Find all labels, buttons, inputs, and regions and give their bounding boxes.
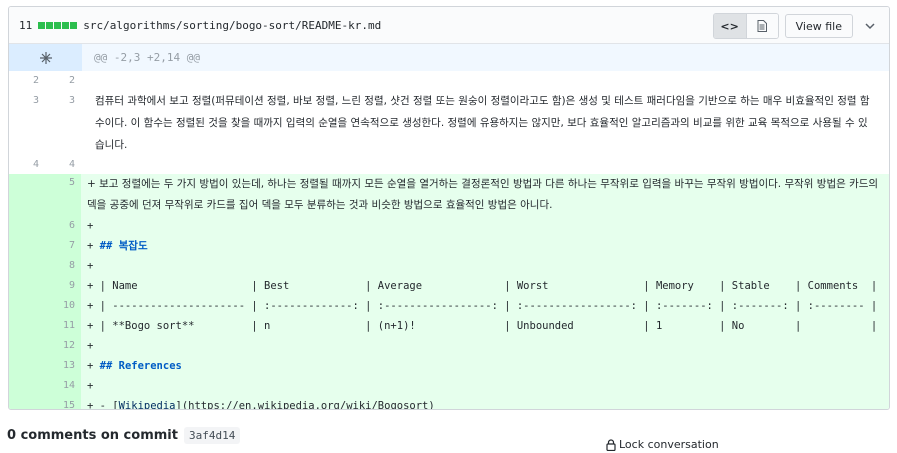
new-line-number[interactable]: 12 — [45, 336, 81, 356]
line-code: + — [81, 256, 889, 276]
rich-view-button[interactable] — [745, 14, 778, 38]
markdown-heading: ## 복잡도 — [99, 240, 148, 252]
commit-comments-heading: 0 comments on commit 3af4d14 — [7, 427, 241, 444]
markdown-heading: ## References — [99, 360, 182, 372]
diff-line: 4 4 — [9, 155, 889, 174]
code-view-button[interactable]: <> — [713, 14, 746, 38]
diff-line-added: 5 + 보고 정렬에는 두 가지 방법이 있는데, 하나는 정렬될 때까지 모든… — [9, 174, 889, 216]
lock-conversation-label: Lock conversation — [619, 438, 719, 451]
old-line-number[interactable] — [9, 174, 45, 216]
new-line-number[interactable]: 3 — [45, 90, 81, 155]
diff-line: 3 3 컴퓨터 과학에서 보고 정렬(퍼뮤테이션 정렬, 바보 정렬, 느린 정… — [9, 90, 889, 155]
line-code: + | **Bogo sort** | n | (n+1)! | Unbound… — [81, 316, 889, 336]
chevron-down-icon[interactable] — [861, 14, 879, 38]
line-code: + | --------------------- | :-----------… — [81, 296, 889, 316]
hunk-range: @@ -2,3 +2,14 @@ — [94, 51, 200, 64]
new-line-number[interactable]: 8 — [45, 256, 81, 276]
old-line-number[interactable] — [9, 396, 45, 409]
line-prefix: + - [ — [87, 400, 119, 410]
old-line-number[interactable] — [9, 216, 45, 236]
old-line-number[interactable] — [9, 376, 45, 396]
old-line-number[interactable]: 3 — [9, 90, 45, 155]
old-line-number[interactable] — [9, 276, 45, 296]
new-line-number[interactable]: 9 — [45, 276, 81, 296]
old-line-number[interactable] — [9, 356, 45, 376]
diffstat-blocks — [38, 21, 78, 29]
lock-icon — [606, 438, 616, 451]
diff-line-added: 9 + | Name | Best | Average | Worst | Me… — [9, 276, 889, 296]
lock-conversation-button[interactable]: Lock conversation — [606, 438, 719, 451]
file-actions: <> View file — [712, 13, 879, 39]
diff-line-added: 13 + ## References — [9, 356, 889, 376]
line-code: + — [81, 376, 889, 396]
diff-file: 11 src/algorithms/sorting/bogo-sort/READ… — [8, 6, 890, 410]
diff-line-added: 14 + — [9, 376, 889, 396]
new-line-number[interactable]: 7 — [45, 236, 81, 256]
line-code: + — [81, 336, 889, 356]
new-line-number[interactable]: 5 — [45, 174, 81, 216]
diff-line: 2 2 — [9, 71, 889, 90]
line-prefix: + — [87, 240, 100, 252]
line-code: + ## References — [81, 356, 889, 376]
new-line-number[interactable]: 10 — [45, 296, 81, 316]
diff-line-added: 15 + - [Wikipedia](https://en.wikipedia.… — [9, 396, 889, 410]
change-count: 11 — [19, 18, 33, 32]
new-line-number[interactable]: 13 — [45, 356, 81, 376]
old-line-number[interactable] — [9, 296, 45, 316]
code-icon: <> — [720, 19, 739, 33]
old-line-number[interactable]: 2 — [9, 71, 45, 90]
old-line-number[interactable] — [9, 316, 45, 336]
old-line-number[interactable] — [9, 236, 45, 256]
new-line-number[interactable]: 6 — [45, 216, 81, 236]
new-line-number[interactable]: 15 — [45, 396, 81, 409]
view-toggle: <> — [712, 13, 779, 39]
unfold-icon[interactable] — [9, 44, 82, 71]
file-path[interactable]: src/algorithms/sorting/bogo-sort/README-… — [83, 19, 381, 32]
old-line-number[interactable] — [9, 336, 45, 356]
diff-line-added: 8 + — [9, 256, 889, 276]
hunk-header: @@ -2,3 +2,14 @@ — [9, 44, 889, 71]
diffstat: 11 — [19, 19, 83, 32]
new-line-number[interactable]: 11 — [45, 316, 81, 336]
line-code: + | Name | Best | Average | Worst | Memo… — [81, 276, 889, 296]
new-line-number[interactable]: 4 — [45, 155, 81, 174]
line-suffix: ](https://en.wikipedia.org/wiki/Bogosort… — [175, 400, 435, 410]
line-code: 컴퓨터 과학에서 보고 정렬(퍼뮤테이션 정렬, 바보 정렬, 느린 정렬, 샷… — [95, 95, 870, 151]
line-code: + ## 복잡도 — [81, 236, 889, 256]
comments-count-label: 0 comments on commit — [7, 428, 178, 443]
diff-line-added: 12 + — [9, 336, 889, 356]
line-code: + 보고 정렬에는 두 가지 방법이 있는데, 하나는 정렬될 때까지 모든 순… — [81, 174, 889, 216]
old-line-number[interactable]: 4 — [9, 155, 45, 174]
diff-line-added: 11 + | **Bogo sort** | n | (n+1)! | Unbo… — [9, 316, 889, 336]
file-header: 11 src/algorithms/sorting/bogo-sort/READ… — [9, 7, 889, 44]
diff-line-added: 6 + — [9, 216, 889, 236]
new-line-number[interactable]: 14 — [45, 376, 81, 396]
diff-line-added: 10 + | --------------------- | :--------… — [9, 296, 889, 316]
view-file-button[interactable]: View file — [784, 14, 853, 38]
line-code: + — [81, 216, 889, 236]
wikipedia-link[interactable]: Wikipedia — [119, 400, 176, 409]
line-code: + - [Wikipedia](https://en.wikipedia.org… — [81, 396, 889, 410]
diff-line-added: 7 + ## 복잡도 — [9, 236, 889, 256]
new-line-number[interactable]: 2 — [45, 71, 81, 90]
line-prefix: + — [87, 360, 100, 372]
commit-sha[interactable]: 3af4d14 — [183, 427, 241, 444]
old-line-number[interactable] — [9, 256, 45, 276]
file-icon — [757, 20, 768, 32]
